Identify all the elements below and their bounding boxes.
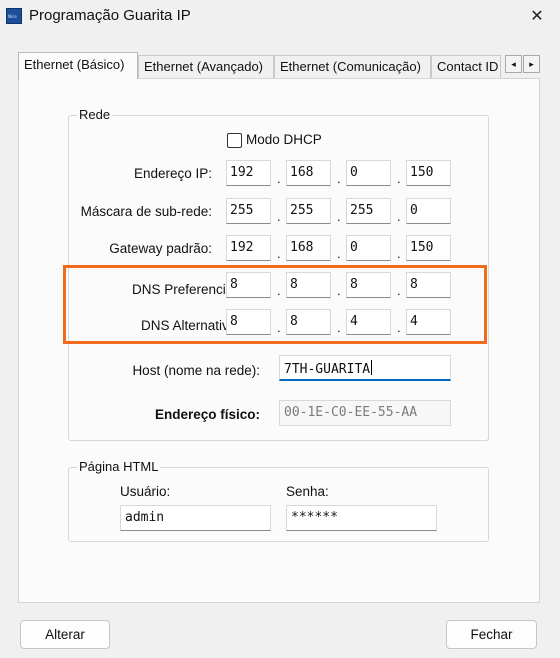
gateway-octet-1[interactable]: 192 — [226, 235, 271, 261]
rede-legend: Rede — [77, 107, 113, 122]
close-icon: ✕ — [530, 8, 544, 25]
dns-highlight-box — [63, 265, 487, 344]
tab-scroll-left-icon[interactable]: ◂ — [505, 55, 522, 73]
gateway-octet-2[interactable]: 168 — [286, 235, 331, 261]
subnet-octet-1[interactable]: 255 — [226, 198, 271, 224]
gateway-octet-3[interactable]: 0 — [346, 235, 391, 261]
ip-dot: . — [277, 171, 281, 186]
host-label: Host (nome na rede): — [132, 363, 260, 378]
ip-label: Endereço IP: — [133, 166, 212, 181]
ip-octet-1[interactable]: 192 — [226, 160, 271, 186]
gateway-octet-4[interactable]: 150 — [406, 235, 451, 261]
alter-button[interactable]: Alterar — [20, 620, 110, 649]
subnet-dot: . — [397, 209, 401, 224]
dhcp-checkbox[interactable] — [227, 133, 242, 148]
host-value: 7TH-GUARITA — [284, 362, 371, 377]
subnet-octet-3[interactable]: 255 — [346, 198, 391, 224]
app-icon: Nice — [6, 8, 22, 24]
fechar-button[interactable]: Fechar — [446, 620, 537, 649]
subnet-dot: . — [277, 209, 281, 224]
tab-ethernet-basico[interactable]: Ethernet (Básico) — [18, 52, 138, 79]
tab-scroll-arrows: ◂ ▸ — [505, 55, 540, 73]
ip-octet-2[interactable]: 168 — [286, 160, 331, 186]
app-icon-text: Nice — [8, 14, 17, 19]
close-window-button[interactable]: ✕ — [514, 0, 560, 32]
subnet-octet-4[interactable]: 0 — [406, 198, 451, 224]
user-input[interactable]: admin — [120, 505, 271, 531]
gateway-dot: . — [277, 246, 281, 261]
password-input[interactable]: ****** — [286, 505, 437, 531]
ip-dot: . — [337, 171, 341, 186]
gateway-dot: . — [397, 246, 401, 261]
host-input[interactable]: 7TH-GUARITA — [279, 355, 451, 381]
tab-ethernet-comunicacao[interactable]: Ethernet (Comunicação) — [274, 55, 431, 79]
text-caret — [371, 360, 373, 375]
subnet-dot: . — [337, 209, 341, 224]
user-label: Usuário: — [120, 484, 171, 499]
password-label: Senha: — [286, 484, 329, 499]
mac-field: 00-1E-C0-EE-55-AA — [279, 400, 451, 426]
tab-contact-id[interactable]: Contact ID — [431, 55, 501, 79]
ip-octet-4[interactable]: 150 — [406, 160, 451, 186]
ip-octet-3[interactable]: 0 — [346, 160, 391, 186]
ip-dot: . — [397, 171, 401, 186]
subnet-octet-2[interactable]: 255 — [286, 198, 331, 224]
title-bar: Nice Programação Guarita IP ✕ — [0, 0, 560, 34]
html-page-legend: Página HTML — [77, 459, 161, 474]
gateway-label: Gateway padrão: — [109, 241, 212, 256]
window-title: Programação Guarita IP — [29, 7, 191, 24]
dhcp-label: Modo DHCP — [246, 132, 322, 147]
tab-ethernet-avancado[interactable]: Ethernet (Avançado) — [138, 55, 274, 79]
tab-scroll-right-icon[interactable]: ▸ — [523, 55, 540, 73]
mac-label: Endereço físico: — [154, 407, 260, 422]
gateway-dot: . — [337, 246, 341, 261]
subnet-label: Máscara de sub-rede: — [80, 204, 212, 219]
tab-strip: Ethernet (Básico) Ethernet (Avançado) Et… — [18, 52, 540, 79]
